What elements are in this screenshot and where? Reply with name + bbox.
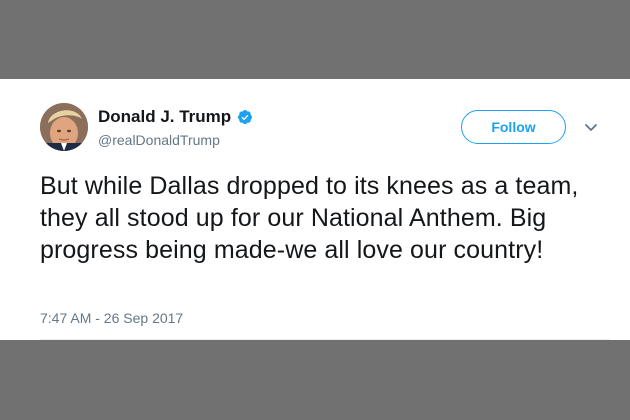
- author-name-row[interactable]: Donald J. Trump: [98, 107, 253, 127]
- follow-button[interactable]: Follow: [461, 110, 566, 144]
- verified-badge-icon: [237, 109, 253, 125]
- avatar[interactable]: [40, 103, 88, 151]
- profile-photo-icon: [40, 103, 88, 151]
- tweet-timestamp[interactable]: 7:47 AM - 26 Sep 2017: [40, 310, 183, 326]
- author-handle[interactable]: @realDonaldTrump: [98, 132, 220, 148]
- tweet-text: But while Dallas dropped to its knees as…: [40, 172, 579, 264]
- tweet-card: Donald J. Trump @realDonaldTrump Follow …: [0, 79, 630, 340]
- chevron-down-icon[interactable]: [584, 121, 598, 133]
- author-display-name[interactable]: Donald J. Trump: [98, 107, 231, 127]
- screenshot-backdrop: Donald J. Trump @realDonaldTrump Follow …: [0, 0, 630, 420]
- divider: [40, 339, 610, 340]
